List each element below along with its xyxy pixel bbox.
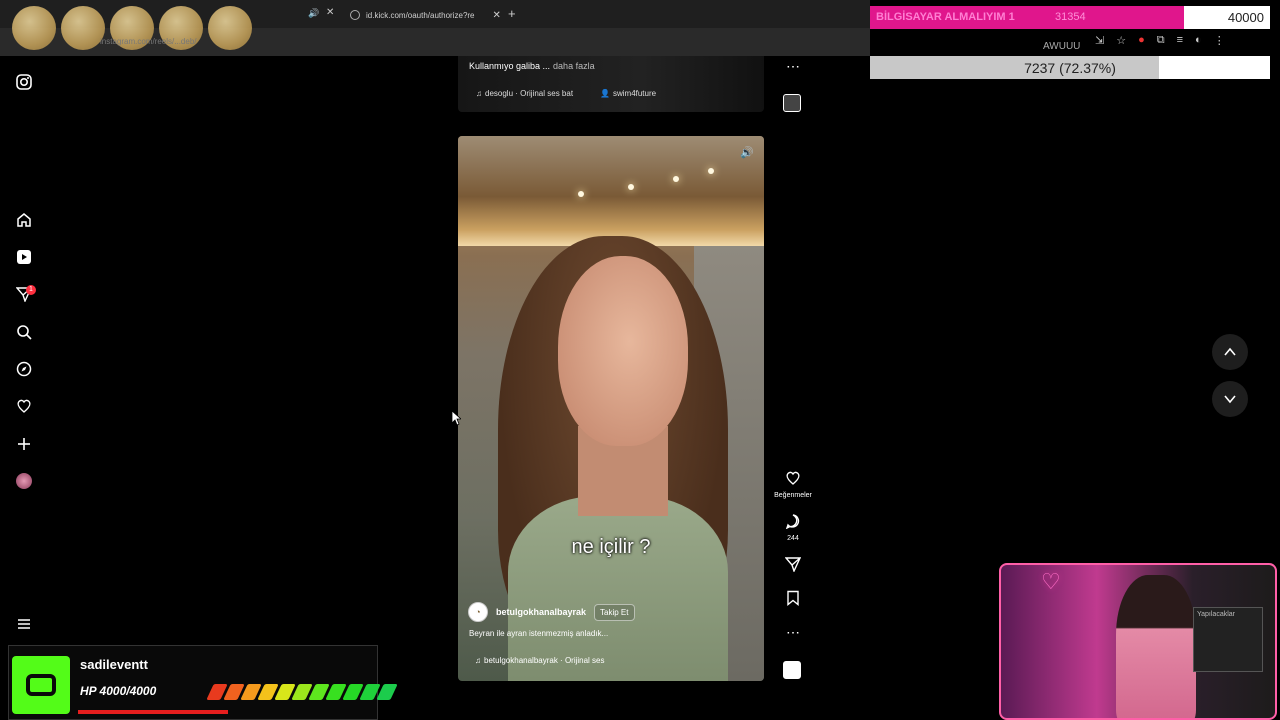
ceiling-background [458,136,764,246]
messages-badge: 1 [26,285,36,295]
reel-author-row: ◔ betulgokhanalbayrak Takip Et [468,602,635,622]
coin-overlay [61,6,105,50]
coin-overlay [208,6,252,50]
browser-toolbar-icons: ⇲ ☆ ● ⧉ ≡ ◐ ⋮ [1095,34,1225,47]
reel-caption[interactable]: Beyran ile ayran istenmezmiş anladık... [469,629,608,638]
volume-icon[interactable]: 🔊 [740,146,754,159]
tab-title: id.kick.com/oauth/authorize?re [366,10,475,20]
reels-icon[interactable] [14,247,34,267]
more-options-icon[interactable]: ⋯ [780,624,806,641]
reel-audio[interactable]: ♫ betulgokhanalbayrak · Orijinal ses [475,656,605,665]
comment-icon[interactable] [780,513,806,533]
donation-goal-bar: BİLGİSAYAR ALMALIYIM 1 31354 40000 [870,6,1270,29]
new-tab-button[interactable]: + [508,6,516,21]
next-reel-button[interactable] [1212,381,1248,417]
author-name[interactable]: betulgokhanalbayrak [496,607,586,617]
save-icon[interactable] [780,590,806,610]
previous-audio-thumb[interactable] [783,94,801,112]
neon-heart-icon: ♡ [1041,569,1061,594]
goal-target: 40000 [1227,10,1264,25]
menu-icon[interactable]: ⋮ [1214,34,1225,47]
previous-more-icon[interactable]: ⋯ [780,58,806,75]
hp-value: HP 4000/4000 [80,684,157,698]
ceiling-light [578,191,584,197]
star-icon[interactable]: ☆ [1116,34,1126,47]
extensions-icon[interactable]: ⧉ [1157,34,1165,47]
whiteboard: Yapılacaklar [1193,607,1263,672]
progress-goal-bar: 7237 (72.37%) [870,56,1270,79]
tab-close-icon[interactable]: ✕ [493,10,501,21]
hp-underline [78,710,228,714]
record-icon[interactable]: ● [1138,34,1145,47]
goal-current: 31354 [1055,11,1086,23]
goal-label: BİLGİSAYAR ALMALIYIM 1 [876,11,1015,23]
heart-icon[interactable] [14,396,34,416]
install-icon[interactable]: ⇲ [1095,34,1104,47]
search-icon[interactable] [14,322,34,342]
author-avatar[interactable]: ◔ [468,602,488,622]
person-shirt [508,496,728,681]
extension-text: AWUUU [1043,41,1081,52]
streamer-username: sadileventt [80,657,148,672]
coin-overlay [12,6,56,50]
tab-close-icon[interactable]: ✕ [326,7,334,18]
profile-icon[interactable]: ◐ [1195,34,1202,47]
share-icon[interactable] [780,556,806,576]
create-icon[interactable] [14,434,34,454]
previous-reel-caption: Kullanmıyo galiba ... daha fazla [469,61,595,71]
previous-reel-audio[interactable]: ♫ desoglu · Orijinal ses bat [476,87,573,99]
media-icon[interactable]: ≡ [1177,34,1183,47]
previous-reel-button[interactable] [1212,334,1248,370]
profile-avatar[interactable] [16,473,32,489]
audio-thumb[interactable] [783,661,801,679]
globe-icon [350,10,360,20]
instagram-logo-icon[interactable] [14,72,34,92]
caption-text: Kullanmıyo galiba ... [469,61,551,71]
previous-reel-user-tag[interactable]: 👤 swim4future [600,87,656,99]
tab-kick-oauth[interactable]: id.kick.com/oauth/authorize?re ✕ [350,4,501,26]
video-subtitle: ne içilir ? [571,536,651,558]
hp-segments [206,684,398,700]
url-text[interactable]: instagram.com/reels/...deb/ [100,37,196,46]
audio-text: desoglu · Orijinal ses bat [485,88,574,98]
music-icon: ♫ [475,656,481,665]
follow-button[interactable]: Takip Et [594,603,635,621]
goal-progress-text: 7237 (72.37%) [1024,60,1116,76]
comment-count: 244 [787,535,799,542]
webcam-overlay: ♡ Yapılacaklar [999,563,1277,720]
tab-audio-icon[interactable]: 🔊 [308,8,319,19]
ceiling-light [708,168,714,174]
board-text: Yapılacaklar [1197,611,1236,618]
reel-video[interactable]: 🔊 ne içilir ? ◔ betulgokhanalbayrak Taki… [458,136,764,681]
ceiling-light [673,176,679,182]
audio-text: betulgokhanalbayrak · Orijinal ses [484,656,605,665]
mouse-cursor [451,410,463,431]
more-link[interactable]: daha fazla [553,61,595,71]
person-face [558,256,688,446]
streamer [1116,575,1196,718]
like-label: Beğenmeler [774,492,812,499]
home-icon[interactable] [14,210,34,230]
user-tag-text: swim4future [612,88,657,98]
ceiling-light [628,184,634,190]
music-icon: ♫ [476,88,482,98]
kick-logo-icon [12,656,70,714]
user-icon: 👤 [600,88,610,98]
explore-icon[interactable] [14,359,34,379]
more-menu-icon[interactable] [14,614,34,634]
like-icon[interactable] [780,470,806,490]
